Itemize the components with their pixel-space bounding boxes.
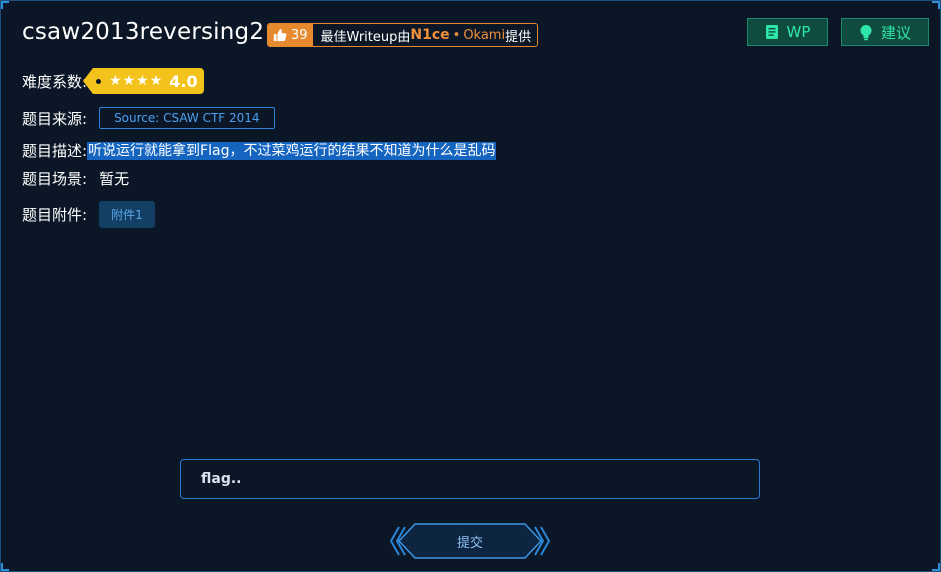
scene-label: 题目场景: [22,170,88,188]
wp-button-label: WP [786,23,811,41]
tag-hole [96,79,102,84]
separator-dot: • [452,27,461,43]
corner-decoration [932,1,940,9]
suggest-button-label: 建议 [880,23,911,42]
difficulty-value: 4.0 [169,71,198,91]
attachment-row: 题目附件: 附件1 [22,201,155,228]
lightbulb-icon [860,24,872,40]
suggest-button[interactable]: 建议 [841,18,929,46]
description-label: 题目描述: [22,142,88,160]
attachment-label: 题目附件: [22,206,88,224]
thumbs-up-icon [273,28,287,42]
scene-row: 题目场景: 暂无 [22,168,129,189]
flag-input[interactable] [180,459,760,499]
difficulty-row: 难度系数: ★★★★ 4.0 [22,68,204,94]
writeup-author-link[interactable]: N1ce [410,27,449,43]
wp-button[interactable]: WP [747,18,828,46]
difficulty-label: 难度系数: [22,72,88,91]
like-count[interactable]: 39 [268,24,313,46]
like-count-value: 39 [291,27,308,43]
challenge-title: csaw2013reversing2 [22,19,265,45]
writeup-suffix: 提供 [505,29,532,45]
corner-decoration [1,1,9,9]
corner-decoration [1,563,9,571]
writeup-prefix: 最佳Writeup由 [320,29,411,45]
corner-decoration [932,563,940,571]
attachment-link[interactable]: 附件1 [99,201,155,228]
source-tag[interactable]: Source: CSAW CTF 2014 [99,107,275,129]
submit-button[interactable]: 提交 [389,522,551,560]
description-text: 听说运行就能拿到Flag，不过菜鸡运行的结果不知道为什么是乱码 [87,141,497,160]
star-icons: ★★★★ [109,73,164,89]
source-row: 题目来源: Source: CSAW CTF 2014 [22,107,275,129]
source-label: 题目来源: [22,109,88,128]
writeup-author2-link[interactable]: Okami [463,28,505,43]
best-writeup-badge[interactable]: 39 最佳Writeup由 N1ce • Okami 提供 [267,23,539,47]
submit-button-label: 提交 [456,535,483,551]
writeup-credit: 最佳Writeup由 N1ce • Okami 提供 [312,24,538,46]
difficulty-tag: ★★★★ 4.0 [83,68,204,94]
description-row: 题目描述: 听说运行就能拿到Flag，不过菜鸡运行的结果不知道为什么是乱码 [22,140,497,161]
document-icon [765,25,778,39]
scene-value: 暂无 [99,170,130,188]
